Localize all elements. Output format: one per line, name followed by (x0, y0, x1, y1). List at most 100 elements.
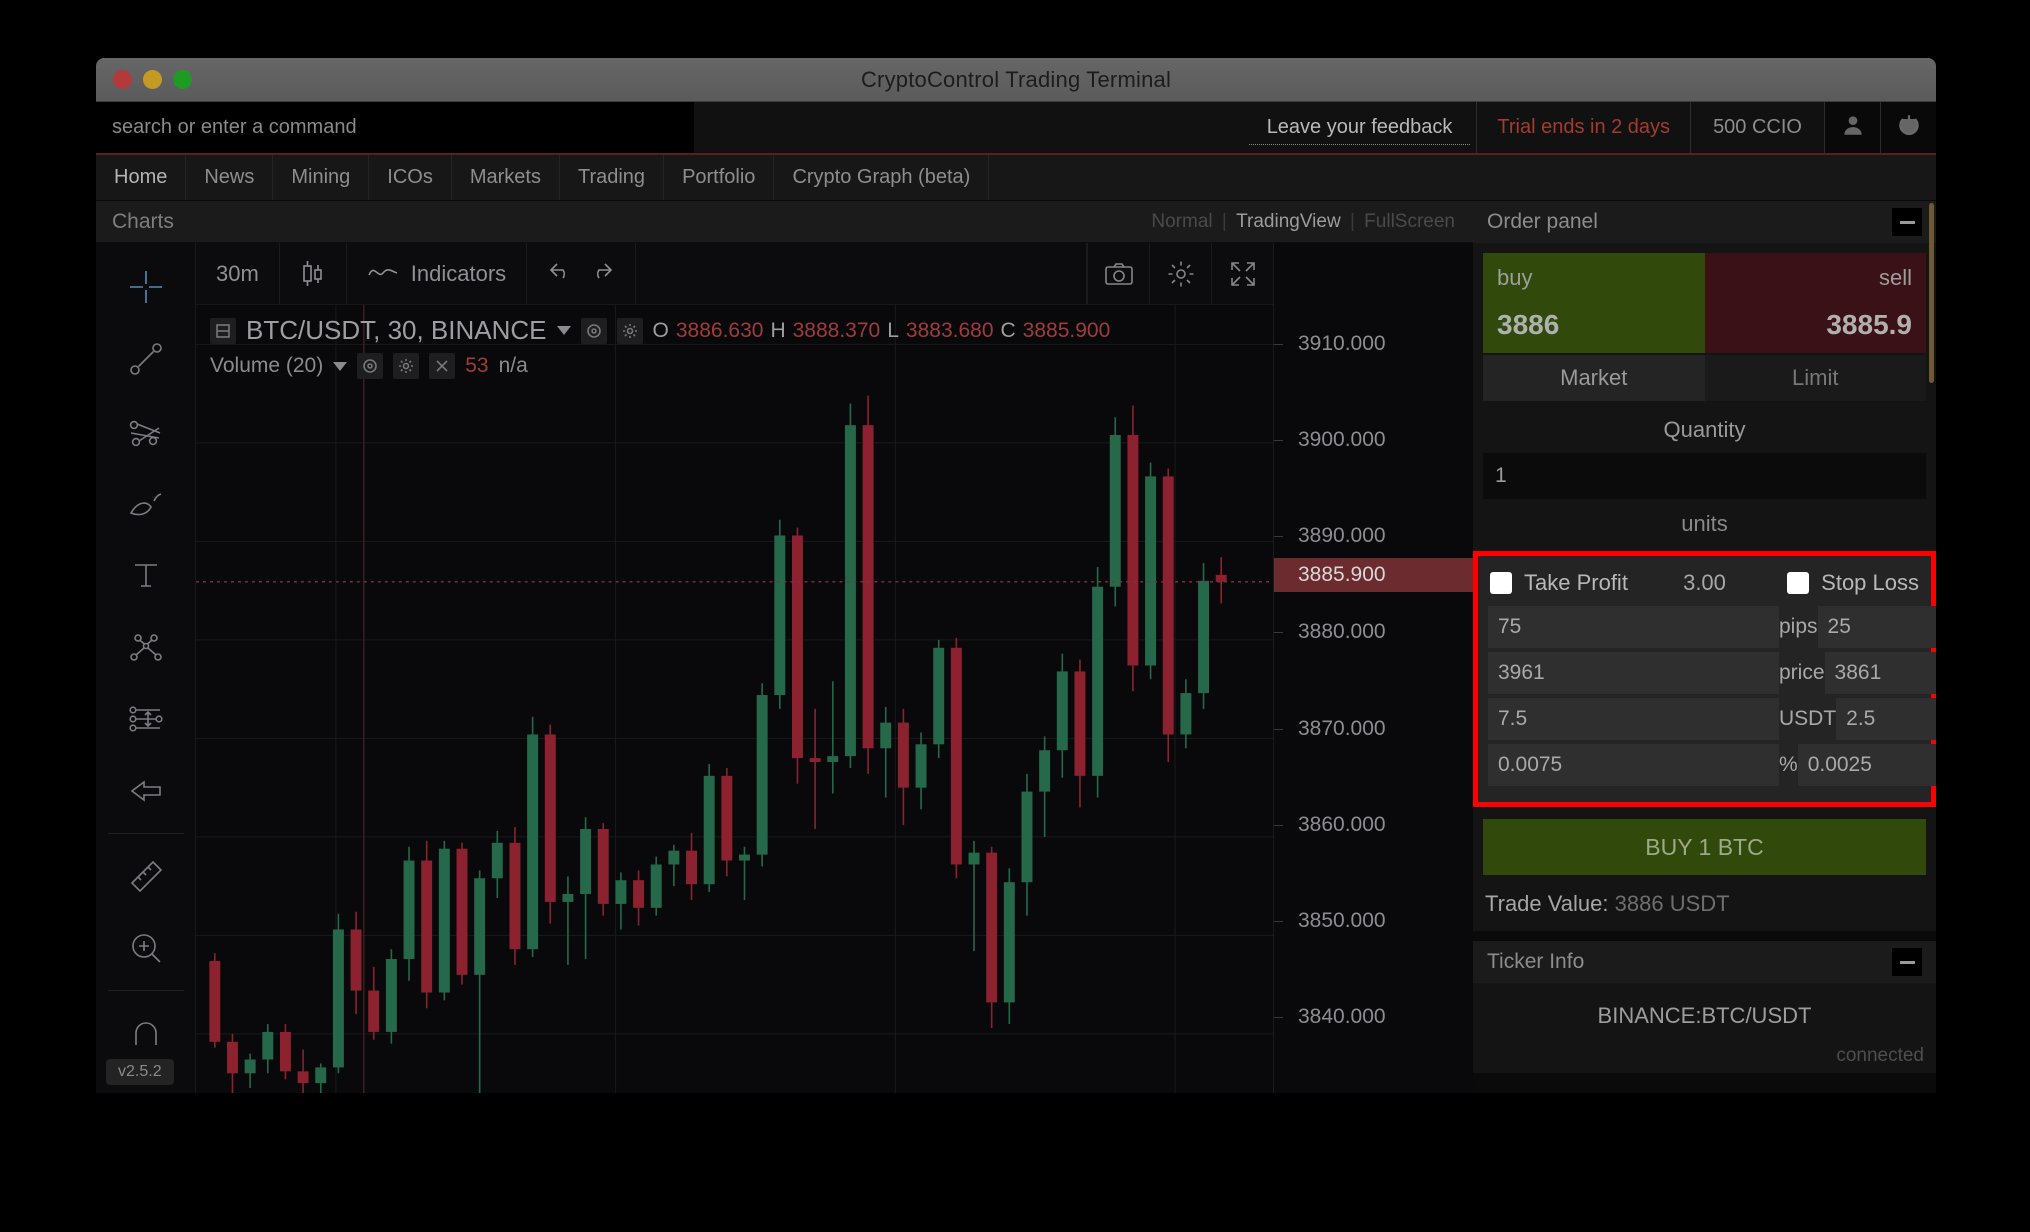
person-icon (1840, 112, 1866, 143)
stop-loss-usdt-input[interactable] (1836, 698, 1936, 740)
minimize-icon[interactable] (1892, 208, 1922, 236)
price-axis-tick (1274, 825, 1283, 826)
order-panel-title: Order panel (1487, 210, 1598, 234)
camera-icon[interactable] (1087, 243, 1149, 304)
nav-item-mining[interactable]: Mining (273, 155, 369, 200)
chart-settings-icon[interactable] (617, 318, 643, 344)
price-axis-label: 3840.000 (1298, 1005, 1386, 1029)
volume-settings-icon[interactable] (393, 353, 419, 379)
visibility-icon[interactable] (581, 318, 607, 344)
volume-label[interactable]: Volume (20) (210, 354, 323, 378)
nav-item-crypto-graph[interactable]: Crypto Graph (beta) (774, 155, 989, 200)
gear-icon[interactable] (1149, 243, 1211, 304)
price-axis-label: 3900.000 (1298, 428, 1386, 452)
submit-order-button[interactable]: BUY 1 BTC (1483, 819, 1926, 875)
tpsl-row-percent: % (1488, 744, 1921, 786)
nav-item-news[interactable]: News (186, 155, 273, 200)
candlestick-chart[interactable] (196, 305, 1273, 1093)
tab-limit[interactable]: Limit (1705, 355, 1927, 401)
search-input[interactable] (96, 102, 694, 153)
row-label-pips: pips (1779, 606, 1818, 648)
ticker-minimize-icon[interactable] (1892, 948, 1922, 976)
buy-quote[interactable]: buy 3886 (1483, 253, 1705, 353)
nav-item-home[interactable]: Home (96, 155, 186, 200)
volume-chevron-down-icon[interactable] (333, 362, 347, 371)
measure-ruler-icon[interactable] (96, 840, 196, 912)
ticker-info-header: Ticker Info (1473, 941, 1936, 983)
tpsl-row-price: price (1488, 652, 1921, 694)
fib-retracement-icon[interactable] (96, 395, 196, 467)
volume-remove-icon[interactable] (429, 353, 455, 379)
ohlc-o-label: O (653, 319, 669, 343)
take-profit-checkbox[interactable] (1490, 572, 1512, 594)
view-mode-fullscreen[interactable]: FullScreen (1362, 211, 1457, 232)
sell-label: sell (1879, 265, 1912, 291)
chevron-down-icon[interactable] (557, 326, 571, 335)
nav-item-markets[interactable]: Markets (452, 155, 560, 200)
current-price-badge: 3885.900 (1274, 558, 1473, 592)
indicators-button[interactable]: Indicators (347, 243, 527, 304)
stop-loss-checkbox[interactable] (1787, 572, 1809, 594)
view-mode-sep-1: | (1220, 211, 1229, 232)
take-profit-stop-loss-section: Take Profit 3.00 Stop Loss pips (1473, 551, 1936, 807)
interval-button[interactable]: 30m (196, 243, 280, 304)
price-axis-label: 3860.000 (1298, 813, 1386, 837)
ohlc-readout: O 3886.630 H 3888.370 L 3883.680 C 3885.… (653, 319, 1111, 343)
feedback-link[interactable]: Leave your feedback (1249, 110, 1471, 145)
price-axis-label: 3850.000 (1298, 909, 1386, 933)
stop-loss-toggle-group: Stop Loss (1760, 570, 1920, 596)
price-axis-label: 3870.000 (1298, 717, 1386, 741)
price-axis-tick (1274, 1017, 1283, 1018)
stop-loss-price-input[interactable] (1825, 652, 1936, 694)
undo-icon[interactable] (547, 260, 575, 288)
account-button[interactable] (1824, 102, 1880, 153)
risk-reward-ratio: 3.00 (1650, 570, 1760, 596)
price-axis-tick (1274, 344, 1283, 345)
price-axis[interactable]: 3910.0003900.0003890.0003880.0003870.000… (1273, 243, 1473, 1093)
sidebar-scrollbar[interactable] (1929, 203, 1934, 383)
redo-icon[interactable] (587, 260, 615, 288)
stop-loss-pips-input[interactable] (1818, 606, 1936, 648)
tab-market[interactable]: Market (1483, 355, 1705, 401)
view-mode-tradingview[interactable]: TradingView (1234, 211, 1343, 232)
crosshair-icon[interactable] (96, 251, 196, 323)
ticker-info-body: BINANCE:BTC/USDT connected (1473, 983, 1936, 1073)
view-mode-normal[interactable]: Normal (1149, 211, 1214, 232)
top-bar: Leave your feedback Trial ends in 2 days… (96, 102, 1936, 155)
zoom-in-icon[interactable] (96, 912, 196, 984)
collapse-legend-icon[interactable] (210, 318, 236, 344)
chart-title[interactable]: BTC/USDT, 30, BINANCE (246, 315, 547, 346)
stop-loss-percent-input[interactable] (1798, 744, 1936, 786)
toolbar-divider-2 (108, 990, 184, 991)
quantity-input[interactable] (1483, 453, 1926, 499)
chart-actions (1087, 243, 1273, 304)
long-position-icon[interactable] (96, 683, 196, 755)
text-icon[interactable] (96, 539, 196, 611)
take-profit-price-input[interactable] (1488, 652, 1779, 694)
take-profit-usdt-input[interactable] (1488, 698, 1779, 740)
nav-item-portfolio[interactable]: Portfolio (664, 155, 774, 200)
price-axis-label: 3890.000 (1298, 524, 1386, 548)
chart-plot[interactable]: BTC/USDT, 30, BINANCE O 3886.630 (196, 305, 1273, 1093)
take-profit-percent-input[interactable] (1488, 744, 1779, 786)
nav-item-trading[interactable]: Trading (560, 155, 664, 200)
stop-loss-label: Stop Loss (1821, 570, 1919, 596)
brush-icon[interactable] (96, 467, 196, 539)
buy-price: 3886 (1497, 309, 1559, 341)
nav-item-icos[interactable]: ICOs (369, 155, 452, 200)
volume-visibility-icon[interactable] (357, 353, 383, 379)
arrow-left-icon[interactable] (96, 755, 196, 827)
sell-quote[interactable]: sell 3885.9 (1705, 253, 1927, 353)
take-profit-pips-input[interactable] (1488, 606, 1779, 648)
expand-icon[interactable] (1211, 243, 1273, 304)
ohlc-h-label: H (770, 319, 785, 343)
chart-area: v2.5.2 30m Indicators (96, 243, 1473, 1093)
candlestick-icon[interactable] (280, 243, 347, 304)
power-button[interactable] (1880, 102, 1936, 153)
price-axis-tick (1274, 536, 1283, 537)
price-axis-tick (1274, 440, 1283, 441)
main-nav: Home News Mining ICOs Markets Trading Po… (96, 155, 1936, 201)
trade-value-amount: 3886 USDT (1615, 891, 1730, 916)
trend-line-icon[interactable] (96, 323, 196, 395)
pitchfork-icon[interactable] (96, 611, 196, 683)
